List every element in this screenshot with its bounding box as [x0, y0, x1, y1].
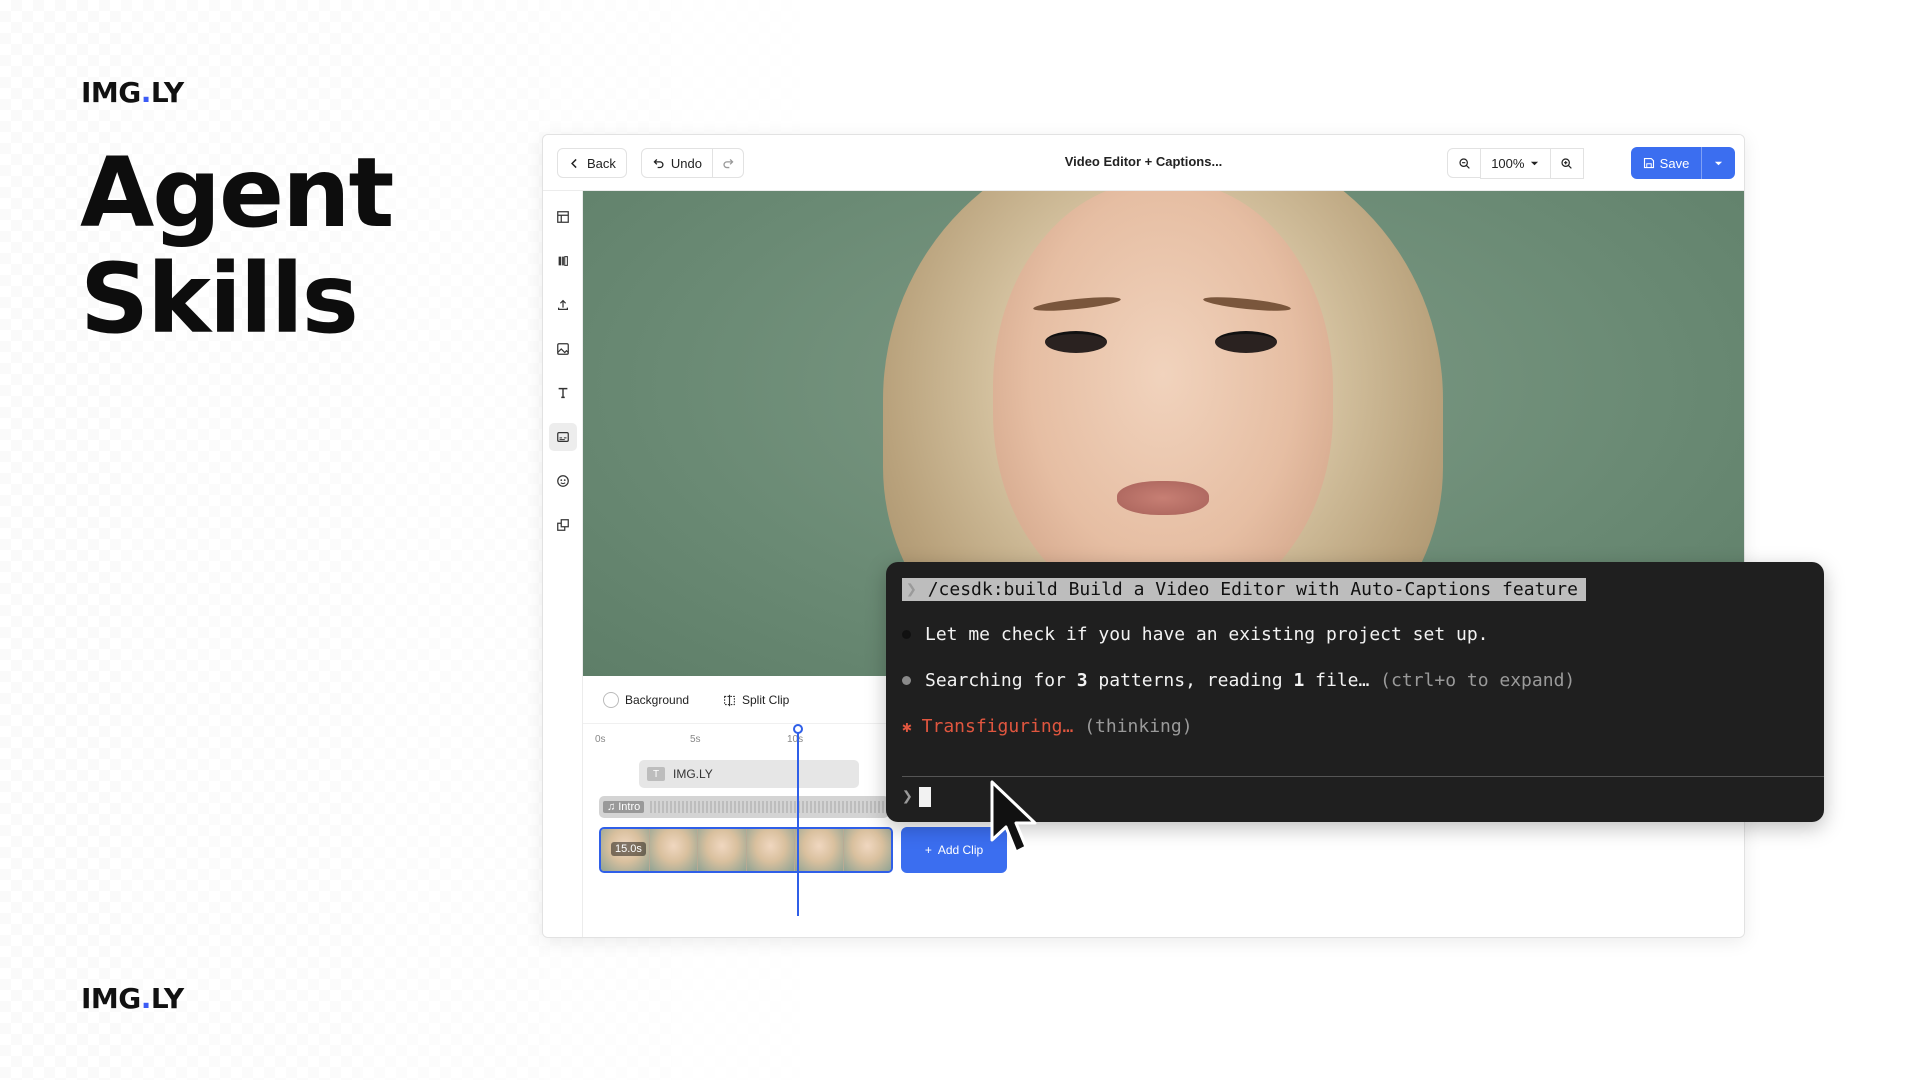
line3-post: file… [1304, 670, 1370, 691]
portrait-face [993, 191, 1333, 611]
portrait-lips [1117, 481, 1209, 515]
ruler-tick-0: 0s [595, 734, 606, 745]
imgly-logo-top: IMG.LY [81, 76, 184, 109]
portrait-left-brow [1032, 294, 1122, 314]
headline-line-1: Agent [80, 137, 394, 249]
zoom-select[interactable]: 100% [1480, 148, 1584, 179]
split-icon [724, 694, 735, 706]
text-icon[interactable] [549, 379, 577, 407]
playhead[interactable] [793, 724, 803, 916]
terminal-line-4: ✱ Transfiguring… (thinking) [902, 716, 1193, 737]
save-options-button[interactable] [1701, 147, 1735, 179]
portrait-left-eye [1045, 331, 1107, 353]
zoom-out-icon [1458, 157, 1470, 169]
background-toggle[interactable]: Background [603, 690, 689, 710]
status-text: Transfiguring… [921, 716, 1074, 737]
ruler-tick-5: 5s [690, 734, 701, 745]
library-icon[interactable] [549, 247, 577, 275]
command-text: /cesdk:build Build a Video Editor with A… [927, 579, 1578, 600]
zoom-in-button[interactable] [1549, 149, 1583, 178]
audio-track-badge: ♫ Intro [603, 801, 645, 813]
line3-pre: Searching for [925, 670, 1077, 691]
imgly-logo-bottom: IMG.LY [81, 982, 184, 1015]
layout-icon[interactable] [549, 203, 577, 231]
clip-thumbnail [795, 829, 844, 871]
headline: Agent Skills [80, 137, 394, 355]
caption-icon[interactable] [549, 423, 577, 451]
image-icon[interactable] [549, 335, 577, 363]
save-button[interactable]: Save [1631, 147, 1701, 179]
clip-thumbnail [649, 829, 698, 871]
prompt-symbol: ❯ [902, 786, 913, 807]
command-highlight: ❯ /cesdk:build Build a Video Editor with… [902, 578, 1586, 601]
asterisk-icon: ✱ [902, 717, 912, 736]
audio-track[interactable]: ♫ Intro [599, 796, 889, 818]
clip-thumbnail [746, 829, 795, 871]
shapes-icon[interactable] [549, 511, 577, 539]
terminal-line-2: Let me check if you have an existing pro… [902, 624, 1489, 645]
line3-hint: (ctrl+o to expand) [1369, 670, 1576, 691]
zoom-in-icon [1561, 158, 1573, 169]
prompt-symbol: ❯ [906, 579, 917, 600]
line3-num1: 3 [1076, 670, 1088, 691]
background-swatch [603, 692, 619, 708]
clip-duration: 15.0s [611, 842, 646, 856]
headline-line-2: Skills [80, 243, 359, 355]
zoom-level: 100% [1491, 156, 1525, 171]
caret-down-icon [1714, 161, 1723, 165]
terminal-command-line: ❯ /cesdk:build Build a Video Editor with… [902, 578, 1586, 601]
terminal-line-3: Searching for 3 patterns, reading 1 file… [902, 670, 1575, 691]
save-icon [1643, 157, 1654, 169]
mouse-pointer-icon [990, 780, 1037, 854]
clip-thumbnail [843, 829, 891, 871]
zoom-out-button[interactable] [1447, 148, 1481, 178]
save-button-group: Save [1631, 147, 1735, 179]
text-cursor [918, 786, 931, 807]
bullet-icon [902, 676, 911, 685]
zoom-level-display: 100% [1481, 149, 1550, 178]
save-label: Save [1659, 155, 1690, 171]
music-note-icon: ♫ [607, 801, 616, 813]
editor-sidebar [543, 191, 583, 937]
audio-waveform [650, 801, 889, 813]
line3-num2: 1 [1293, 670, 1305, 691]
line3-mid: patterns, reading [1087, 670, 1294, 691]
editor-topbar: Back Undo Video Editor + Captions... 100… [543, 135, 1744, 191]
terminal-input-line[interactable]: ❯ [902, 786, 931, 807]
ruler-tick-10: 10s [787, 734, 804, 745]
sticker-icon[interactable] [549, 467, 577, 495]
portrait-right-eye [1215, 331, 1277, 353]
terminal-line-2-text: Let me check if you have an existing pro… [925, 624, 1489, 645]
bullet-icon [902, 630, 911, 639]
upload-icon[interactable] [549, 291, 577, 319]
split-clip-button[interactable]: Split Clip [723, 690, 789, 710]
plus-icon: + [924, 843, 932, 857]
playhead-handle[interactable] [793, 724, 803, 734]
caret-down-icon [1531, 161, 1539, 166]
terminal-divider [902, 776, 1824, 777]
text-track-icon: T [647, 767, 665, 781]
split-clip-label: Split Clip [742, 693, 790, 707]
text-track-label: IMG.LY [673, 767, 713, 781]
add-clip-label: Add Clip [937, 843, 984, 857]
video-clip-track[interactable]: 15.0s [599, 827, 893, 873]
status-hint: (thinking) [1073, 716, 1193, 737]
text-track[interactable]: T IMG.LY [639, 760, 859, 788]
portrait-right-brow [1202, 294, 1292, 314]
clip-thumbnail [698, 829, 747, 871]
background-label: Background [625, 693, 690, 707]
audio-track-label: Intro [618, 801, 641, 813]
